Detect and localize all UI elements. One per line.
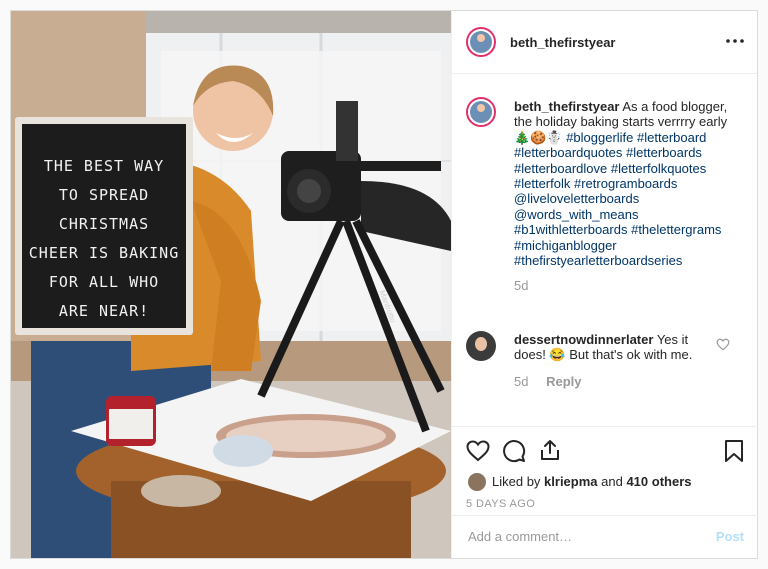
board-line: THE BEST WAY — [43, 157, 165, 175]
mention[interactable]: @words_with_means — [514, 207, 638, 222]
letter-board-text: THE BEST WAY TO SPREAD CHRISTMAS CHEER I… — [22, 152, 186, 326]
hashtag[interactable]: #letterboardquotes — [514, 145, 622, 160]
hashtag[interactable]: #letterboards — [626, 145, 702, 160]
likes-summary: Liked by klriepma and 410 others — [492, 474, 692, 489]
post-sidebar: beth_thefirstyear beth_thefirstyear As a… — [451, 11, 758, 559]
comment-username[interactable]: dessertnowdinnerlater — [514, 332, 653, 347]
caption: beth_thefirstyear As a food blogger, the… — [514, 99, 746, 294]
author-username[interactable]: beth_thefirstyear — [510, 35, 615, 50]
post-actions: Liked by klriepma and 410 others 5 DAYS … — [452, 426, 758, 559]
add-comment-input[interactable] — [466, 528, 700, 545]
board-line: CHEER IS BAKING — [28, 244, 180, 262]
comment-time[interactable]: 5d — [514, 374, 528, 389]
liker-username[interactable]: klriepma — [544, 474, 597, 489]
post-card: THE BEST WAY TO SPREAD CHRISTMAS CHEER I… — [10, 10, 758, 559]
post-header: beth_thefirstyear — [452, 11, 757, 74]
comment-like-icon[interactable] — [716, 338, 730, 351]
hashtag[interactable]: #letterfolkquotes — [611, 161, 706, 176]
post-photo[interactable]: THE BEST WAY TO SPREAD CHRISTMAS CHEER I… — [11, 11, 451, 558]
bookmark-icon[interactable] — [724, 439, 744, 463]
hashtag[interactable]: #letterboardlove — [514, 161, 607, 176]
like-heart-icon[interactable] — [466, 439, 490, 463]
hashtag[interactable]: #michiganblogger — [514, 238, 617, 253]
liker-avatar[interactable] — [468, 473, 486, 491]
more-options-icon[interactable] — [725, 33, 745, 49]
board-line: ARE NEAR! — [58, 302, 150, 320]
board-line: CHRISTMAS — [58, 215, 150, 233]
hashtag[interactable]: #thelettergrams — [631, 222, 721, 237]
hashtag[interactable]: #bloggerlife — [566, 130, 633, 145]
caption-time[interactable]: 5d — [514, 278, 746, 293]
board-line: TO SPREAD — [58, 186, 150, 204]
comment: dessertnowdinnerlater Yes it does! 😂 But… — [514, 332, 714, 389]
likes-others-link[interactable]: 410 others — [626, 474, 691, 489]
hashtag[interactable]: #thefirstyearletterboardseries — [514, 253, 682, 268]
board-line: FOR ALL WHO — [48, 273, 160, 291]
caption-avatar[interactable] — [466, 97, 496, 127]
reply-button[interactable]: Reply — [546, 374, 581, 389]
author-avatar[interactable] — [466, 27, 496, 57]
share-icon[interactable] — [538, 438, 562, 462]
hashtag[interactable]: #b1withletterboards — [514, 222, 627, 237]
hashtag[interactable]: #letterboard — [637, 130, 706, 145]
caption-username[interactable]: beth_thefirstyear — [514, 99, 619, 114]
likes-and: and — [597, 474, 627, 489]
liked-by-prefix: Liked by — [492, 474, 545, 489]
mention[interactable]: @liveloveletterboards — [514, 191, 639, 206]
hashtag[interactable]: #retrogramboards — [574, 176, 677, 191]
comment-avatar[interactable] — [466, 331, 496, 361]
letter-board: THE BEST WAY TO SPREAD CHRISTMAS CHEER I… — [15, 117, 193, 335]
hashtag[interactable]: #letterfolk — [514, 176, 570, 191]
post-time-ago[interactable]: 5 DAYS AGO — [466, 498, 535, 510]
comment-box: Post — [452, 515, 758, 560]
post-comment-button[interactable]: Post — [716, 529, 744, 544]
comment-bubble-icon[interactable] — [502, 439, 526, 463]
